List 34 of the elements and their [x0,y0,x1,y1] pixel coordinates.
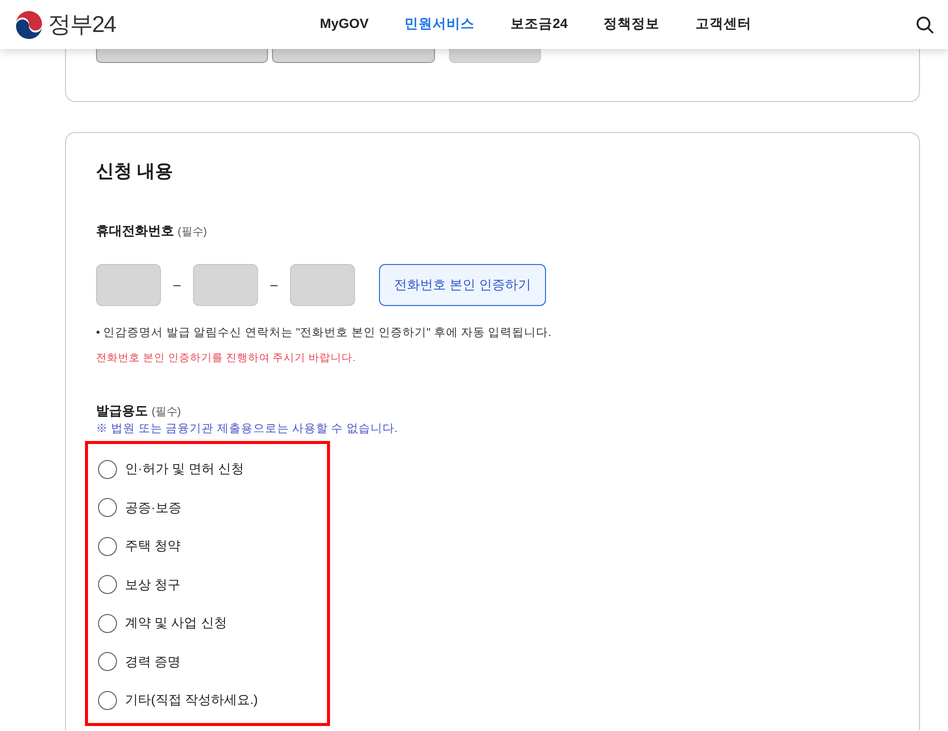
radio-button[interactable] [98,498,117,518]
phone-input[interactable] [96,264,161,306]
radio-button[interactable] [98,536,117,556]
radio-button[interactable] [98,614,117,633]
logo-icon [14,10,44,40]
note-text: • 인감증명서 발급 알림수신 연락처는 "전화번호 본인 인증하기" 후에 자동 입력됩니다. [96,326,552,342]
radio-label: 기타(직접 작성하세요.) [125,691,258,710]
logo-text[interactable]: 정부24 [48,7,116,42]
field-label: 휴대전화번호 (필수) [96,222,208,240]
radio-button[interactable] [98,460,117,479]
radio-label: 공증·보증 [125,498,182,517]
verify-button[interactable]: 전화번호 본인 인증하기 [379,264,546,306]
radio-label: 주택 청약 [125,537,181,556]
radio-label: 보상 청구 [125,576,181,594]
radio-button[interactable] [98,690,117,710]
radio-button[interactable] [98,575,117,594]
phone-input[interactable] [193,264,258,306]
nav-link[interactable]: 민원서비스 [386,14,493,35]
field-label: 발급용도 (필수) [96,402,182,420]
radio-button[interactable] [98,652,117,672]
separator: – [269,276,279,294]
nav-link[interactable]: 고객센터 [678,14,770,35]
nav-link[interactable]: MyGOV [302,14,387,35]
search-icon[interactable] [916,16,934,34]
radio-label: 인·허가 및 면허 신청 [125,460,244,478]
warning-text: 전화번호 본인 인증하기를 진행하여 주시기 바랍니다. [96,351,357,366]
separator: – [172,276,182,294]
nav-link[interactable]: 보조금24 [492,14,586,35]
radio-label: 계약 및 사업 신청 [125,614,227,632]
phone-input[interactable] [290,264,355,306]
nav-link[interactable]: 정책정보 [586,14,678,35]
section-title: 신청 내용 [96,161,174,183]
notice-text: ※ 법원 또는 금융기관 제출용으로는 사용할 수 없습니다. [96,422,399,437]
radio-label: 경력 증명 [125,652,181,671]
